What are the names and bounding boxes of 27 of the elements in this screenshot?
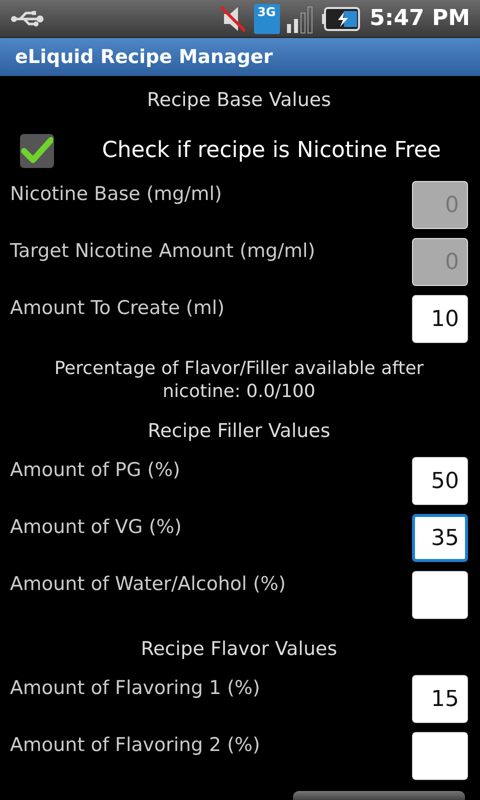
section-heading: Recipe Filler Values [148,420,330,442]
number-field[interactable]: 50 [412,457,468,505]
availability-note: Percentage of Flavor/Filler available after nicotine: 0.0/100 [53,357,425,404]
field-label: Amount of Water/Alcohol (%) [10,572,286,595]
field-label: Amount To Create (ml) [10,296,225,319]
number-field[interactable] [412,571,468,619]
field-label: Target Nicotine Amount (mg/ml) [10,239,316,262]
number-field[interactable]: 35 [412,514,468,562]
field-label: Amount of Flavoring 1 (%) [10,676,260,699]
field-label: Amount of VG (%) [10,515,182,538]
nicotine-free-checkbox[interactable] [20,134,54,168]
section-heading: Recipe Base Values [147,88,331,110]
number-field[interactable]: 10 [412,295,468,343]
usb-icon [10,10,46,28]
app-title: eLiquid Recipe Manager [15,46,273,68]
checkbox-label: Check if recipe is Nicotine Free [102,138,441,163]
field-label: Nicotine Base (mg/ml) [10,182,222,205]
number-field[interactable] [412,732,468,780]
field-label: Amount of Flavoring 2 (%) [10,733,260,756]
battery-icon [322,6,360,30]
network-icon: 3G [254,4,280,34]
clock-time: 5:47 PM [370,6,470,31]
bottom-button[interactable] [293,791,465,800]
section-heading: Recipe Flavor Values [140,638,338,660]
field-label: Amount of PG (%) [10,458,180,481]
muted-speaker-icon [218,4,248,34]
number-field[interactable]: 15 [412,675,468,723]
